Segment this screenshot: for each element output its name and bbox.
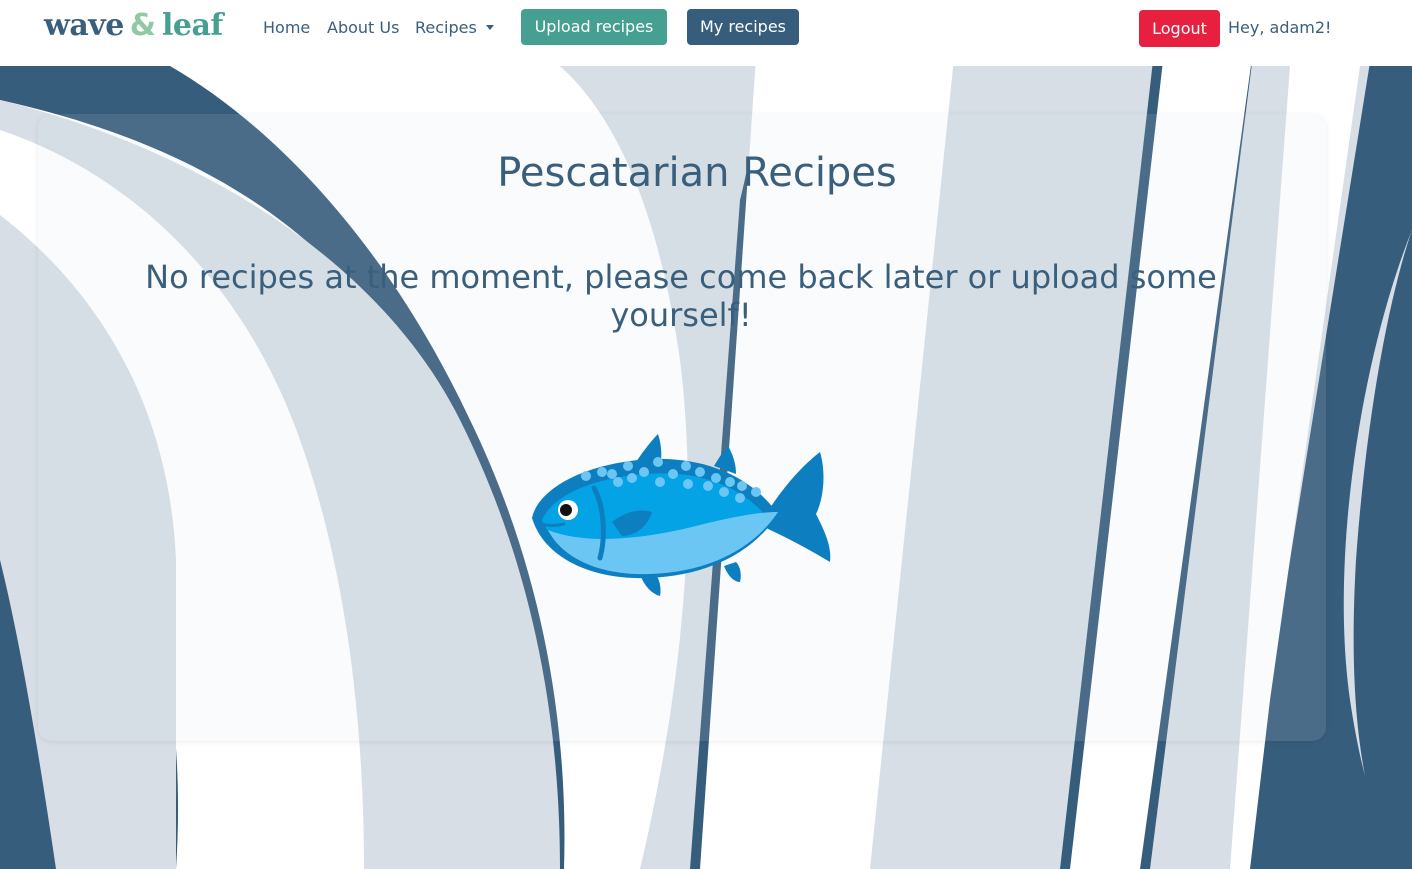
recipes-card: Pescatarian Recipes No recipes at the mo… [38,114,1326,741]
nav-recipes-label: Recipes [415,18,477,37]
logo-word-wave: wave [44,8,124,43]
nav-about-link[interactable]: About Us [327,18,399,38]
logout-button[interactable]: Logout [1139,10,1220,47]
fish-icon [532,434,831,596]
empty-state-message: No recipes at the moment, please come ba… [145,258,1217,334]
user-greeting: Hey, adam2! [1228,18,1332,37]
page-title: Pescatarian Recipes [497,150,897,196]
navbar: wave & leaf Home About Us Recipes Upload… [0,0,1412,66]
logo-ampersand: & [129,8,156,43]
my-recipes-button[interactable]: My recipes [687,9,799,45]
nav-home-link[interactable]: Home [263,18,310,38]
chevron-down-icon [485,25,494,30]
upload-recipes-button[interactable]: Upload recipes [521,9,667,45]
logo-word-leaf: leaf [161,8,223,43]
brand-logo[interactable]: wave & leaf [44,8,223,44]
nav-recipes-dropdown[interactable]: Recipes [415,18,494,38]
